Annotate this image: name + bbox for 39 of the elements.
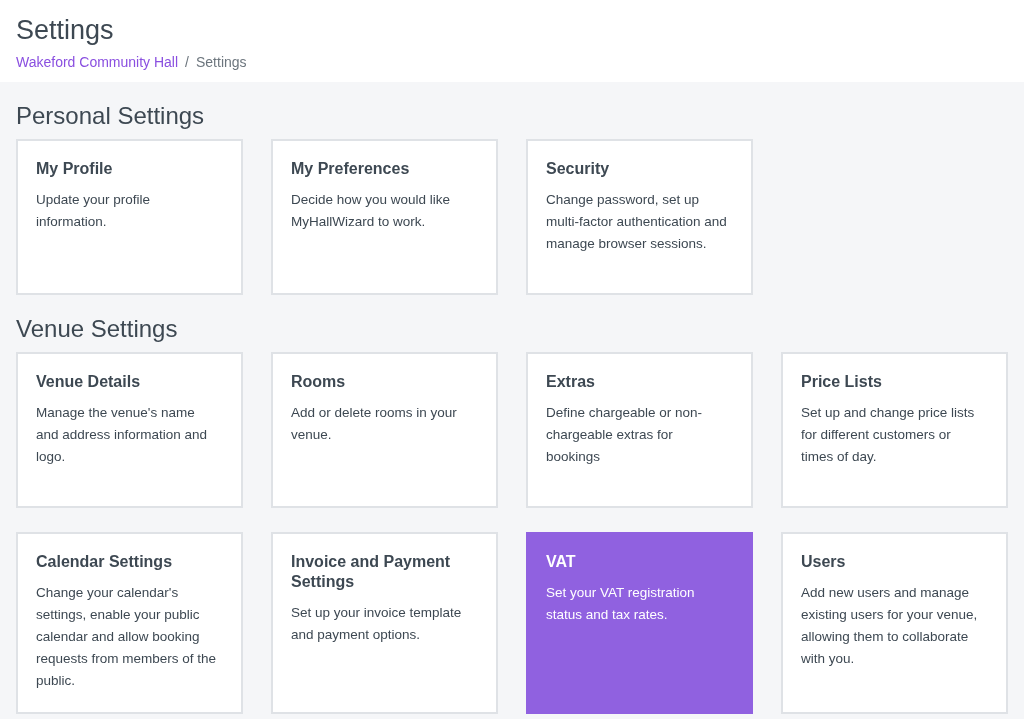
- card-title: Invoice and Payment Settings: [291, 552, 452, 592]
- card-title: Venue Details: [36, 372, 142, 392]
- card-title: Price Lists: [801, 372, 883, 392]
- card-description: Define chargeable or non-chargeable extras for bookings: [546, 404, 704, 466]
- settings-card[interactable]: Rooms Add or delete rooms in your venue.: [271, 352, 498, 508]
- card-description: Set up your invoice template and payment options.: [291, 604, 463, 644]
- settings-card[interactable]: VAT Set your VAT registration status and tax rates.: [526, 532, 753, 714]
- settings-card[interactable]: Security Change password, set up multi-factor authentication and manage browser sessions.: [526, 139, 753, 296]
- settings-card[interactable]: My Preferences Decide how you would like MyHallWizard to work.: [271, 139, 498, 296]
- settings-card[interactable]: Invoice and Payment Settings Set up your invoice template and payment options.: [271, 532, 498, 714]
- card-description: Add new users and manage existing users for your venue, allowing them to collaborate with you.: [801, 584, 979, 668]
- card-description: Set your VAT registration status and tax rates.: [546, 584, 696, 624]
- settings-card[interactable]: Users Add new users and manage existing users for your venue, allowing them to collaborate with you.: [781, 532, 1008, 714]
- card-title: Rooms: [291, 372, 347, 392]
- settings-card[interactable]: Extras Define chargeable or non-chargeable extras for bookings: [526, 352, 753, 508]
- settings-card[interactable]: My Profile Update your profile information.: [16, 139, 243, 296]
- breadcrumb-current: Settings: [196, 54, 247, 71]
- card-title: Security: [546, 159, 611, 180]
- card-title: VAT: [546, 552, 577, 572]
- card-description: Update your profile information.: [36, 191, 152, 232]
- settings-card[interactable]: Price Lists Set up and change price lists for different customers or times of day.: [781, 352, 1008, 508]
- card-description: Change your calendar's settings, enable your public calendar and allow booking requests from members of the public.: [36, 584, 218, 690]
- breadcrumb-separator: /: [185, 54, 189, 71]
- card-description: Set up and change price lists for different customers or times of day.: [801, 404, 976, 466]
- card-title: Users: [801, 552, 847, 572]
- card-title: My Profile: [36, 159, 114, 180]
- settings-card[interactable]: Venue Details Manage the venue's name and address information and logo.: [16, 352, 243, 508]
- card-description: Manage the venue's name and address information and logo.: [36, 404, 209, 466]
- card-description: Add or delete rooms in your venue.: [291, 404, 458, 444]
- section-heading: Venue Settings: [16, 314, 179, 345]
- breadcrumb-link[interactable]: Wakeford Community Hall: [16, 54, 179, 71]
- card-title: Calendar Settings: [36, 552, 174, 572]
- card-title: Extras: [546, 372, 596, 392]
- card-title: My Preferences: [291, 159, 411, 180]
- card-description: Change password, set up multi-factor authentication and manage browser sessions.: [546, 191, 728, 254]
- page-title: Settings: [16, 14, 115, 47]
- settings-card[interactable]: Calendar Settings Change your calendar's settings, enable your public calendar and allow booking requests from members of the public.: [16, 532, 243, 714]
- card-description: Decide how you would like MyHallWizard to work.: [291, 191, 452, 232]
- section-heading: Personal Settings: [16, 101, 206, 132]
